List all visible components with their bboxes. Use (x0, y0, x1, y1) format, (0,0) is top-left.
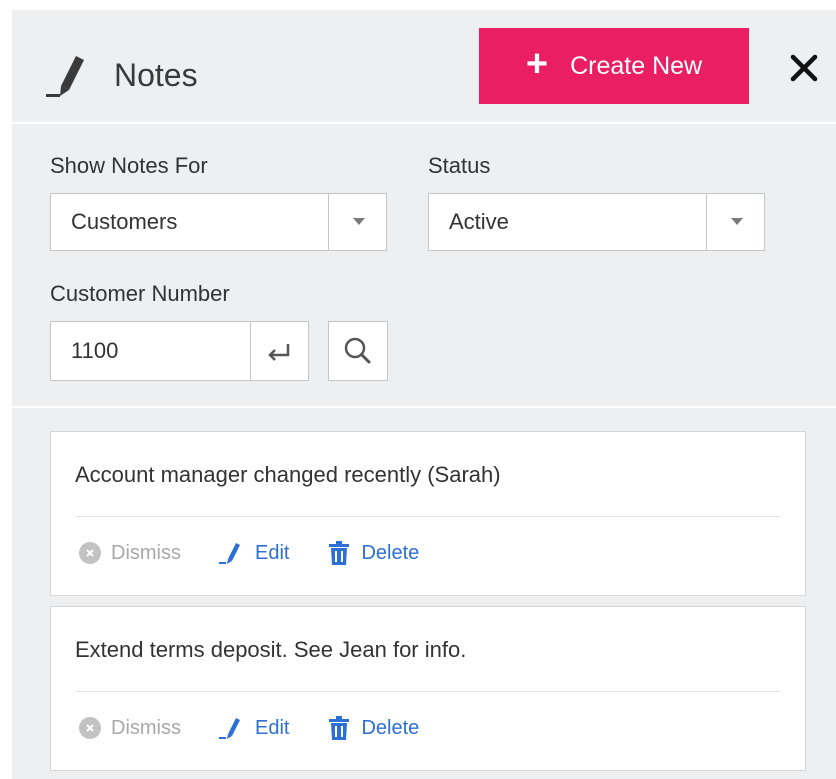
notes-panel: Notes + Create New Show Notes For Custom… (12, 10, 836, 779)
note-text: Account manager changed recently (Sarah) (75, 462, 501, 487)
show-notes-for-label: Show Notes For (50, 153, 208, 178)
delete-button[interactable]: Delete (327, 715, 419, 741)
edit-label: Edit (255, 716, 290, 739)
customer-number-group (50, 321, 309, 381)
show-notes-for-select[interactable]: Customers (50, 193, 387, 251)
close-icon (784, 54, 824, 91)
dismiss-button[interactable]: Dismiss (79, 717, 181, 740)
note-card: Extend terms deposit. See Jean for info.… (50, 606, 806, 771)
pencil-icon (219, 540, 245, 566)
search-button[interactable] (328, 321, 388, 381)
dismiss-button[interactable]: Dismiss (79, 542, 181, 565)
dismiss-label: Dismiss (111, 541, 181, 564)
show-notes-for-dropdown-toggle[interactable] (328, 194, 386, 250)
section-divider (12, 406, 836, 408)
edit-label: Edit (255, 541, 290, 564)
panel-header: Notes + Create New (12, 10, 836, 124)
dismiss-icon (79, 717, 101, 739)
note-actions: Dismiss Edit Delete (79, 713, 457, 743)
show-notes-for-value: Customers (71, 209, 178, 234)
note-text: Extend terms deposit. See Jean for info. (75, 637, 467, 662)
edit-button[interactable]: Edit (219, 540, 289, 566)
note-card: Account manager changed recently (Sarah)… (50, 431, 806, 596)
chevron-down-icon (353, 218, 365, 225)
search-icon (329, 337, 387, 383)
trash-icon (327, 540, 351, 566)
note-separator (75, 691, 781, 692)
dismiss-label: Dismiss (111, 716, 181, 739)
edit-button[interactable]: Edit (219, 715, 289, 741)
delete-button[interactable]: Delete (327, 540, 419, 566)
create-new-label: Create New (570, 51, 703, 80)
pencil-icon (46, 50, 96, 100)
status-label: Status (428, 153, 491, 178)
trash-icon (327, 715, 351, 741)
enter-button[interactable] (250, 322, 308, 380)
create-new-button[interactable]: + Create New (479, 28, 749, 104)
customer-number-label: Customer Number (50, 281, 230, 306)
pencil-icon (219, 715, 245, 741)
plus-icon: + (525, 43, 549, 85)
page-title: Notes (114, 56, 198, 93)
close-button[interactable] (784, 48, 824, 88)
enter-icon (251, 344, 309, 383)
status-value: Active (449, 209, 509, 234)
note-separator (75, 516, 781, 517)
dismiss-icon (79, 542, 101, 564)
title-group: Notes (46, 50, 198, 100)
status-select[interactable]: Active (428, 193, 765, 251)
customer-number-input[interactable] (51, 322, 249, 380)
status-dropdown-toggle[interactable] (706, 194, 764, 250)
delete-label: Delete (361, 541, 420, 564)
note-actions: Dismiss Edit Delete (79, 538, 457, 568)
delete-label: Delete (361, 716, 420, 739)
chevron-down-icon (731, 218, 743, 225)
